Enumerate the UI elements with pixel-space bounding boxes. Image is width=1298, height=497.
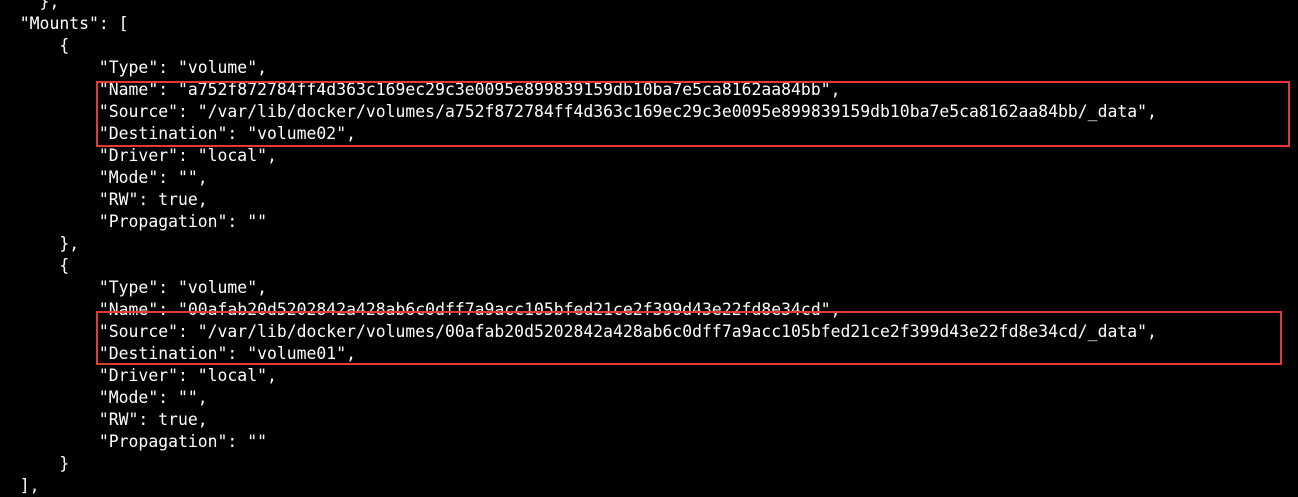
terminal-line: "Name": "a752f872784ff4d363c169ec29c3e00…	[0, 80, 841, 99]
terminal-line: "Driver": "local",	[0, 366, 277, 385]
terminal-line: "Name": "00afab20d5202842a428ab6c0dff7a9…	[0, 300, 841, 319]
terminal-line: "Source": "/var/lib/docker/volumes/00afa…	[0, 322, 1157, 341]
terminal-line: "Mounts": [	[0, 14, 129, 33]
terminal-line: "Driver": "local",	[0, 146, 277, 165]
terminal-line: "Mode": "",	[0, 168, 208, 187]
terminal-line: "Propagation": ""	[0, 432, 267, 451]
terminal-line: "Type": "volume",	[0, 278, 267, 297]
terminal-line: },	[0, 234, 80, 253]
terminal-line: {	[0, 36, 70, 55]
terminal-line: "RW": true,	[0, 190, 208, 209]
terminal-line: "Destination": "volume02",	[0, 124, 356, 143]
terminal-line: },	[0, 0, 60, 11]
terminal-line: "RW": true,	[0, 410, 208, 429]
terminal-line: "Mode": "",	[0, 388, 208, 407]
terminal-line: ],	[0, 476, 40, 495]
terminal-line: "Destination": "volume01",	[0, 344, 356, 363]
terminal-line: "Type": "volume",	[0, 58, 267, 77]
terminal-line: "Source": "/var/lib/docker/volumes/a752f…	[0, 102, 1157, 121]
terminal-line: }	[0, 454, 70, 473]
terminal-line: "Propagation": ""	[0, 212, 267, 231]
terminal-line: {	[0, 256, 70, 275]
